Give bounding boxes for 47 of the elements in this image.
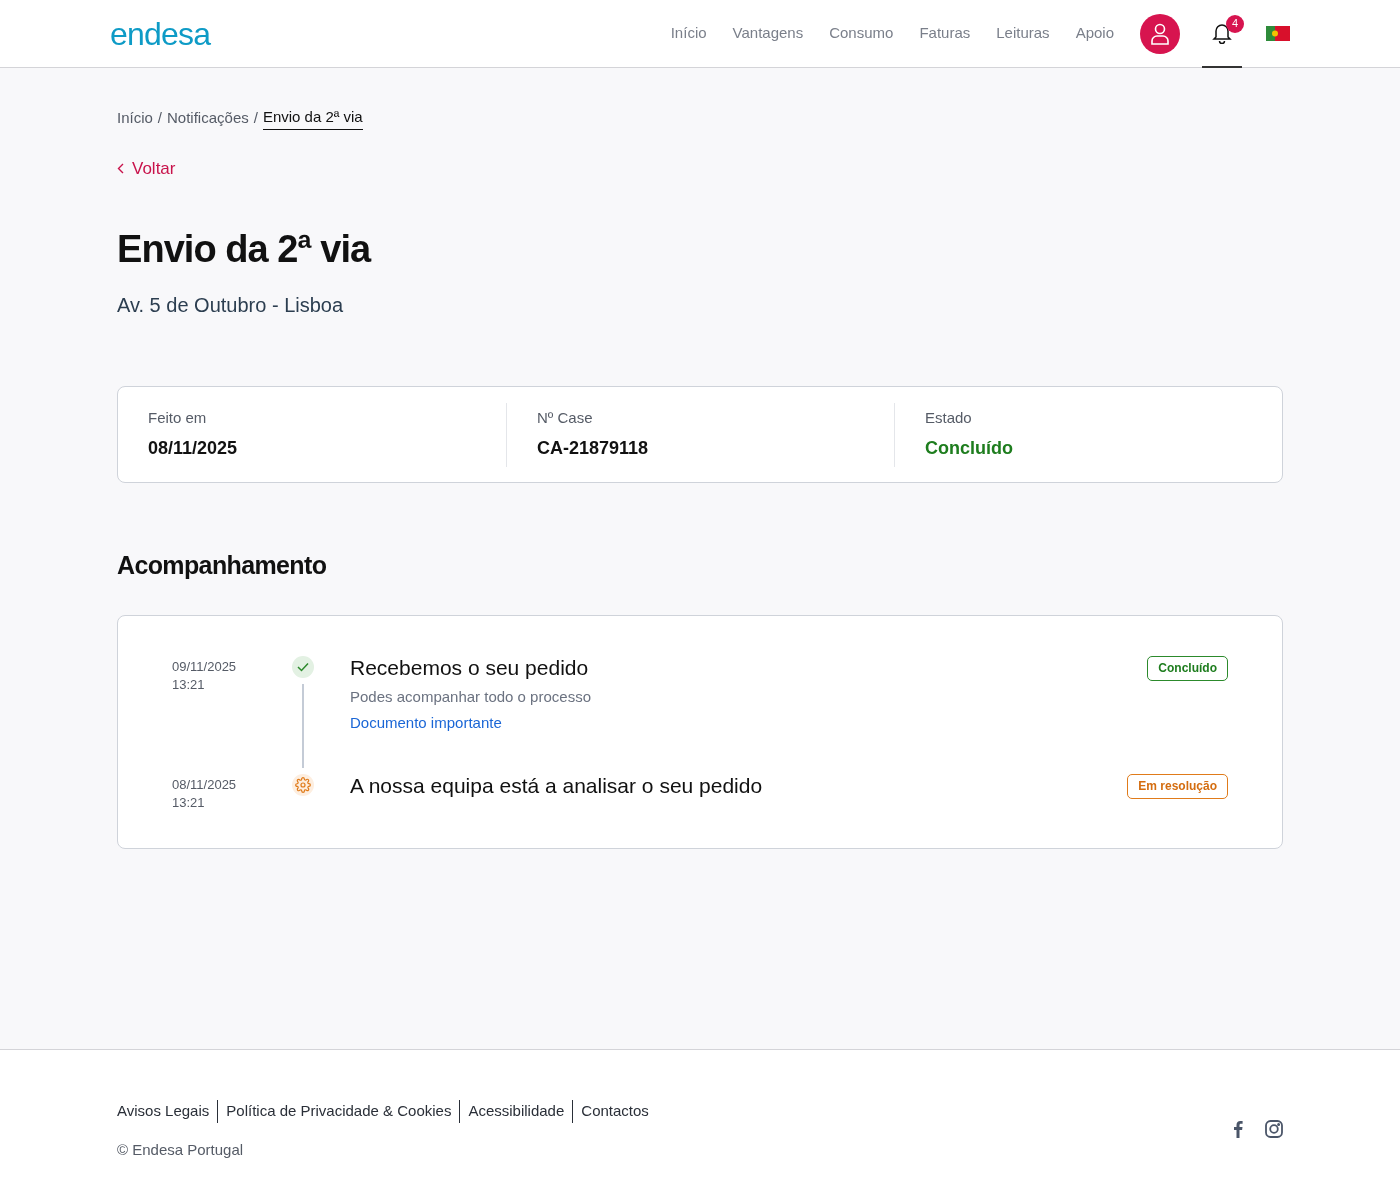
checkmark-icon <box>297 661 309 672</box>
summary-label: Feito em <box>148 407 208 428</box>
footer-link[interactable]: Avisos Legais <box>117 1100 210 1123</box>
nav-link[interactable]: Apoio <box>1075 18 1114 49</box>
event-time: 13:21 <box>172 793 206 812</box>
breadcrumb-separator: / <box>253 107 258 128</box>
nav-link[interactable]: Vantagens <box>732 18 804 49</box>
page-title: Envio da 2ª via <box>117 227 373 272</box>
breadcrumb-separator: / <box>157 107 163 128</box>
event-description: Podes acompanhar todo o processo <box>350 686 592 707</box>
portugal-flag-icon[interactable] <box>1266 26 1290 41</box>
profile-button[interactable] <box>1140 13 1180 54</box>
address-subtitle: Av. 5 de Outubro - Lisboa <box>117 293 345 318</box>
footer-link[interactable]: Contactos <box>572 1100 649 1123</box>
summary-value: 08/11/2025 <box>148 437 239 461</box>
summary-label: Estado <box>925 407 973 428</box>
status-value: Concluído <box>925 437 1014 461</box>
document-link[interactable]: Documento importante <box>350 712 1148 735</box>
breadcrumb-link[interactable]: Notificações <box>167 106 249 129</box>
nav-link[interactable]: Faturas <box>919 18 971 49</box>
notifications-tab[interactable]: 4 <box>1202 0 1242 68</box>
footer-link[interactable]: Acessibilidade <box>459 1100 565 1123</box>
nav-link[interactable]: Leituras <box>996 18 1050 49</box>
status-badge: Concluído <box>1147 655 1228 681</box>
facebook-icon[interactable] <box>1233 1120 1243 1138</box>
instagram-icon[interactable] <box>1265 1120 1283 1138</box>
footer-link[interactable]: Política de Privacidade & Cookies <box>217 1100 452 1123</box>
event-time: 13:21 <box>172 675 206 694</box>
notification-count-badge: 4 <box>1226 14 1244 33</box>
event-title: Recebemos o seu pedido <box>350 655 590 680</box>
bell-icon <box>1211 21 1233 44</box>
summary-value: CA-21879118 <box>537 437 650 461</box>
event-date: 08/11/2025 <box>172 775 238 794</box>
breadcrumb-link[interactable]: Envio da 2ª via <box>262 106 363 130</box>
section-heading: Acompanhamento <box>117 550 328 581</box>
logo[interactable]: endesa <box>110 17 211 50</box>
copyright-text: © Endesa Portugal <box>117 1139 245 1160</box>
breadcrumb-link[interactable]: Início <box>117 106 153 129</box>
chevron-left-icon <box>117 162 124 174</box>
nav-link[interactable]: Consumo <box>829 18 894 49</box>
nav-link[interactable]: Início <box>670 18 707 49</box>
status-badge: Em resolução <box>1127 773 1228 799</box>
summary-label: Nº Case <box>537 407 594 428</box>
back-link[interactable]: Voltar <box>117 155 176 181</box>
user-icon <box>1150 22 1170 45</box>
event-date: 09/11/2025 <box>172 657 238 676</box>
event-title: A nossa equipa está a analisar o seu pedido <box>350 773 764 798</box>
